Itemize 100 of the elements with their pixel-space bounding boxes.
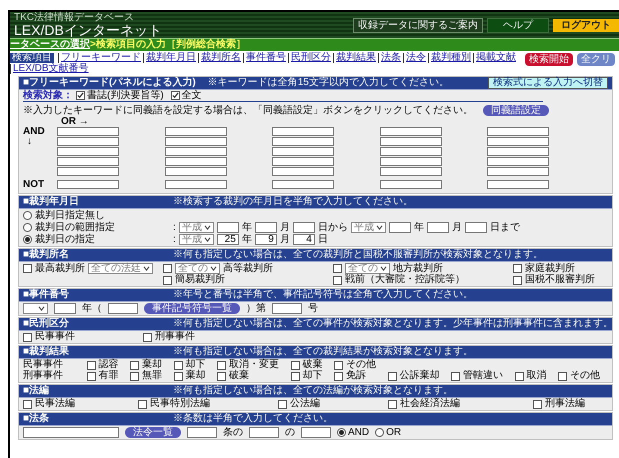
keyword-field[interactable]	[272, 127, 334, 136]
checkbox[interactable]	[513, 276, 522, 284]
checkbox[interactable]	[174, 360, 182, 370]
input-field[interactable]	[216, 222, 239, 233]
input-field[interactable]: 25	[216, 234, 239, 245]
radio-button[interactable]	[23, 223, 32, 232]
keyword-field[interactable]	[164, 147, 227, 156]
keyword-field[interactable]	[487, 180, 550, 189]
nav-link[interactable]: 事件番号	[246, 53, 286, 63]
radio-button[interactable]	[23, 235, 32, 244]
keyword-field[interactable]	[272, 137, 334, 146]
checkbox[interactable]	[86, 360, 96, 370]
keyword-field[interactable]	[57, 137, 119, 146]
keyword-field[interactable]	[380, 180, 442, 189]
checkbox[interactable]	[334, 372, 343, 380]
keyword-field[interactable]	[272, 167, 334, 176]
dropdown[interactable]: 全ての	[345, 263, 390, 274]
checkbox[interactable]	[23, 264, 32, 273]
keyword-field[interactable]	[57, 167, 119, 176]
checkbox[interactable]	[130, 372, 139, 380]
keyword-field[interactable]	[380, 147, 442, 156]
radio-button[interactable]	[23, 211, 32, 220]
action-button[interactable]: 検索開始	[525, 53, 573, 66]
checkbox[interactable]	[217, 360, 226, 370]
list-button[interactable]: 法令一覧	[125, 427, 181, 438]
checkbox[interactable]	[217, 372, 226, 380]
checkbox[interactable]	[130, 360, 139, 370]
checkbox[interactable]	[514, 372, 524, 380]
checkbox[interactable]	[174, 372, 182, 380]
keyword-field[interactable]	[380, 167, 442, 176]
keyword-field[interactable]	[164, 180, 227, 189]
nav-link[interactable]: 法令	[406, 53, 426, 63]
dropdown[interactable]	[23, 303, 48, 314]
keyword-field[interactable]	[487, 157, 550, 166]
keyword-field[interactable]	[380, 157, 442, 166]
nav-link[interactable]: 裁判年月日	[146, 53, 196, 63]
checkbox[interactable]	[138, 400, 147, 408]
input-field[interactable]	[254, 222, 277, 233]
checkbox[interactable]	[451, 372, 460, 380]
keyword-field[interactable]	[164, 127, 227, 136]
input-field[interactable]	[54, 303, 76, 314]
nav-link[interactable]: LEX/DB文献番号	[13, 64, 89, 74]
checkbox[interactable]	[533, 400, 542, 408]
keyword-field[interactable]	[164, 137, 227, 146]
switch-button[interactable]: 検索式による入力へ切替	[488, 77, 608, 89]
keyword-field[interactable]	[487, 137, 550, 146]
checkbox[interactable]	[558, 372, 567, 380]
keyword-field[interactable]	[487, 167, 550, 176]
keyword-field[interactable]	[57, 147, 119, 156]
input-field[interactable]	[292, 222, 315, 233]
checkbox[interactable]	[76, 91, 85, 100]
checkbox[interactable]	[170, 91, 180, 100]
checkbox[interactable]	[163, 276, 172, 284]
input-field[interactable]	[187, 427, 217, 438]
input-field[interactable]	[108, 303, 138, 314]
checkbox[interactable]	[388, 400, 397, 408]
list-button[interactable]: 事件記号符号一覧	[144, 303, 240, 314]
input-field[interactable]	[249, 427, 279, 438]
header-button[interactable]: 収録データに関するご案内	[353, 18, 483, 32]
nav-link[interactable]: 掲載文献	[476, 53, 516, 63]
input-field[interactable]	[388, 222, 411, 233]
nav-link[interactable]: 裁判所名	[201, 53, 241, 63]
input-field[interactable]	[272, 303, 302, 314]
nav-link[interactable]: フリーキーワード	[61, 53, 141, 63]
checkbox[interactable]	[290, 372, 300, 380]
keyword-field[interactable]	[57, 157, 119, 166]
input-field[interactable]	[23, 427, 119, 438]
dropdown[interactable]: 全ての法廷	[88, 263, 153, 274]
synonym-button[interactable]: 同義語設定	[483, 105, 549, 116]
input-field[interactable]: 4	[292, 234, 315, 245]
nav-link[interactable]: 裁判結果	[336, 53, 376, 63]
input-field[interactable]	[426, 222, 449, 233]
keyword-field[interactable]	[380, 127, 442, 136]
checkbox[interactable]	[143, 332, 152, 342]
keyword-field[interactable]	[272, 147, 334, 156]
header-button[interactable]: ヘルプ	[487, 18, 549, 32]
nav-link[interactable]: 裁判種別	[431, 53, 471, 63]
checkbox[interactable]	[23, 332, 32, 342]
keyword-field[interactable]	[272, 180, 334, 189]
dropdown[interactable]: 全ての	[175, 263, 220, 274]
nav-link[interactable]: 民刑区分	[291, 53, 331, 63]
keyword-field[interactable]	[164, 167, 227, 176]
keyword-field[interactable]	[164, 157, 227, 166]
radio-button[interactable]	[337, 428, 346, 437]
breadcrumb-link[interactable]: ータベースの選択	[10, 40, 90, 50]
checkbox[interactable]	[333, 264, 342, 273]
checkbox[interactable]	[23, 400, 32, 408]
keyword-field[interactable]	[272, 157, 334, 166]
dropdown[interactable]: 平成	[178, 222, 214, 233]
checkbox[interactable]	[388, 372, 396, 380]
checkbox[interactable]	[278, 400, 287, 408]
keyword-field[interactable]	[380, 137, 442, 146]
checkbox[interactable]	[333, 276, 342, 284]
keyword-field[interactable]	[487, 147, 550, 156]
checkbox[interactable]	[513, 264, 522, 273]
input-field[interactable]: 9	[254, 234, 277, 245]
keyword-field[interactable]	[57, 127, 119, 136]
checkbox[interactable]	[290, 360, 300, 370]
checkbox[interactable]	[334, 360, 343, 370]
nav-link[interactable]: 法条	[381, 53, 401, 63]
